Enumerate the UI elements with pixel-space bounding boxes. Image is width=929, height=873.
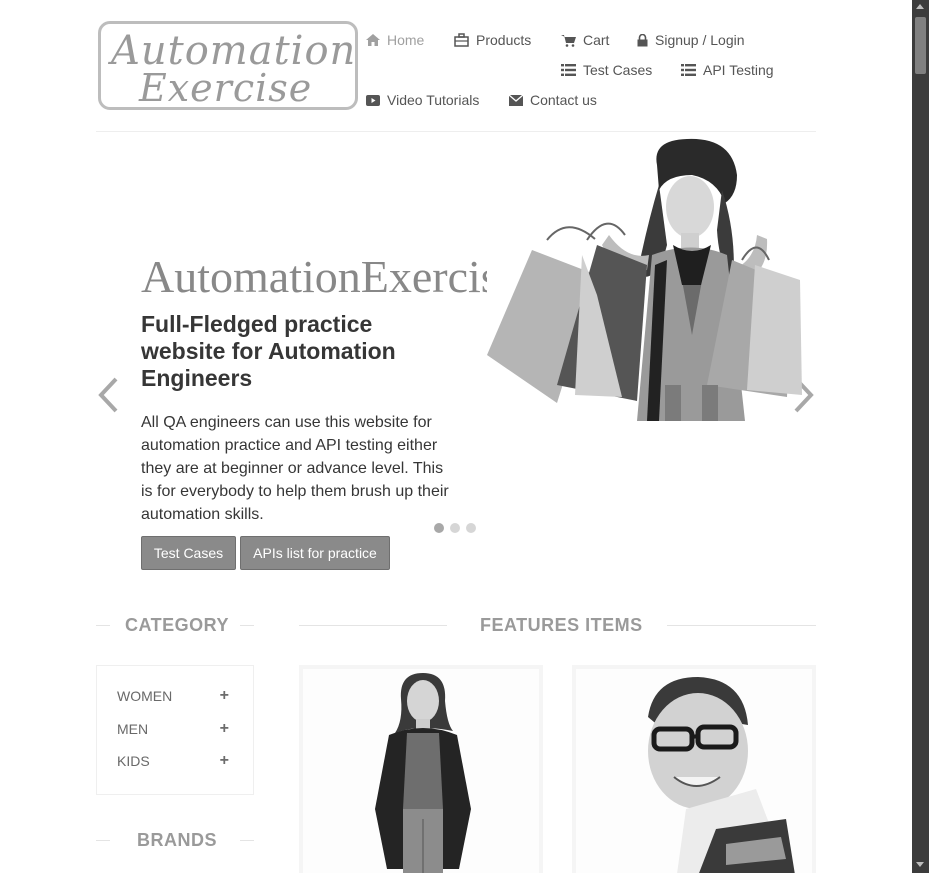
home-icon [366, 34, 380, 46]
nav-api-testing[interactable]: API Testing [681, 62, 774, 78]
slider-indicators [434, 523, 476, 533]
nav-signup-login[interactable]: Signup / Login [637, 32, 745, 48]
features-title-line [667, 625, 816, 626]
nav-cart[interactable]: Cart [561, 32, 609, 48]
category-title-line [240, 625, 254, 626]
cart-icon [561, 34, 576, 47]
vertical-scrollbar[interactable] [912, 0, 929, 873]
plus-icon[interactable]: + [220, 687, 229, 705]
category-item-men[interactable]: MEN + [117, 720, 229, 738]
product-image [375, 673, 471, 873]
slider-dot[interactable] [450, 523, 460, 533]
category-label: WOMEN [117, 688, 173, 704]
product-image [648, 677, 795, 873]
site-logo[interactable]: Automation Exercise [98, 21, 358, 110]
scroll-down-arrow-icon[interactable] [916, 862, 924, 867]
logo-text-exercise: Exercise [139, 66, 313, 110]
apis-list-button[interactable]: APIs list for practice [240, 536, 390, 570]
scroll-up-arrow-icon[interactable] [916, 4, 924, 9]
envelope-icon [509, 94, 523, 106]
slider-heading: Full-Fledged practice website for Automa… [141, 311, 396, 391]
test-cases-button[interactable]: Test Cases [141, 536, 236, 570]
slider-description: All QA engineers can use this website fo… [141, 414, 449, 523]
nav-test-cases[interactable]: Test Cases [561, 62, 652, 78]
category-label: MEN [117, 721, 149, 737]
category-item-women[interactable]: WOMEN + [117, 687, 229, 705]
plus-icon[interactable]: + [220, 752, 229, 770]
nav-home[interactable]: Home [366, 32, 424, 48]
slider-brand-title: AutomationExercise [141, 251, 487, 302]
header-divider [96, 131, 816, 132]
nav-api-testing-label: API Testing [703, 62, 774, 78]
nav-signup-login-label: Signup / Login [655, 32, 745, 48]
brands-title-line [240, 840, 254, 841]
lock-icon [637, 33, 648, 47]
nav-contact-us-label: Contact us [530, 92, 597, 108]
list-icon [561, 64, 576, 76]
youtube-play-icon [366, 94, 380, 106]
nav-test-cases-label: Test Cases [583, 62, 653, 78]
nav-video-tutorials[interactable]: Video Tutorials [366, 92, 479, 108]
nav-products-label: Products [476, 32, 532, 48]
shopping-bag-icon [454, 33, 469, 47]
nav-cart-label: Cart [583, 32, 610, 48]
slider-dot[interactable] [466, 523, 476, 533]
features-items-title: FEATURES ITEMS [480, 615, 643, 635]
scrollbar-thumb[interactable] [915, 17, 926, 74]
category-panel: WOMEN + MEN + KIDS + [96, 665, 254, 795]
category-title: CATEGORY [125, 615, 230, 635]
hero-shopping-girl-image [487, 138, 802, 421]
product-card[interactable] [299, 665, 543, 873]
plus-icon[interactable]: + [220, 720, 229, 738]
product-card[interactable] [572, 665, 816, 873]
nav-video-tutorials-label: Video Tutorials [387, 92, 480, 108]
features-title-line [299, 625, 447, 626]
nav-contact-us[interactable]: Contact us [509, 92, 597, 108]
nav-products[interactable]: Products [454, 32, 531, 48]
list-icon [681, 64, 696, 76]
category-label: KIDS [117, 753, 150, 769]
slider-prev[interactable] [96, 375, 120, 420]
category-title-line [96, 625, 110, 626]
brands-title: BRANDS [137, 830, 218, 850]
nav-home-label: Home [387, 32, 425, 48]
category-item-kids[interactable]: KIDS + [117, 752, 229, 770]
slider-dot[interactable] [434, 523, 444, 533]
brands-title-line [96, 840, 110, 841]
chevron-left-icon [96, 377, 120, 419]
